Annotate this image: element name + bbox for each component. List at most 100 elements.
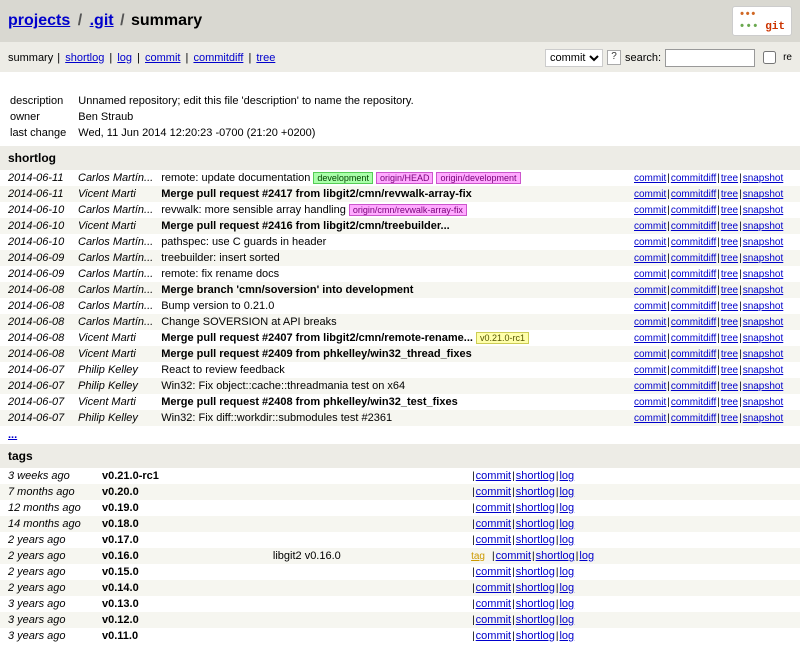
snapshot-link[interactable]: snapshot	[743, 205, 784, 216]
log-link[interactable]: log	[559, 470, 574, 482]
tree-link[interactable]: tree	[721, 397, 738, 408]
commit-link[interactable]: commit	[476, 518, 511, 530]
commit-link[interactable]: commit	[634, 237, 666, 248]
commitdiff-link[interactable]: commitdiff	[671, 301, 716, 312]
regex-checkbox[interactable]	[763, 51, 776, 64]
commit-subject-link[interactable]: Change SOVERSION at API breaks	[161, 316, 336, 328]
snapshot-link[interactable]: snapshot	[743, 189, 784, 200]
log-link[interactable]: log	[579, 550, 594, 562]
commit-subject-link[interactable]: Merge pull request #2408 from phkelley/w…	[161, 396, 458, 408]
log-link[interactable]: log	[559, 518, 574, 530]
snapshot-link[interactable]: snapshot	[743, 269, 784, 280]
log-link[interactable]: log	[559, 534, 574, 546]
tag-name-link[interactable]: v0.20.0	[102, 486, 139, 498]
shortlog-link[interactable]: shortlog	[516, 518, 555, 530]
commit-subject-link[interactable]: remote: update documentation	[161, 172, 310, 184]
search-help-button[interactable]: ?	[607, 50, 621, 65]
tag-name-link[interactable]: v0.21.0-rc1	[102, 470, 159, 482]
tree-link[interactable]: tree	[721, 205, 738, 216]
snapshot-link[interactable]: snapshot	[743, 301, 784, 312]
snapshot-link[interactable]: snapshot	[743, 317, 784, 328]
commit-link[interactable]: commit	[634, 269, 666, 280]
commit-link[interactable]: commit	[634, 413, 666, 424]
tree-link[interactable]: tree	[721, 285, 738, 296]
ref-badge[interactable]: v0.21.0-rc1	[476, 332, 529, 344]
commitdiff-link[interactable]: commitdiff	[671, 189, 716, 200]
commit-link[interactable]: commit	[476, 502, 511, 514]
shortlog-link[interactable]: shortlog	[516, 630, 555, 642]
tag-name-link[interactable]: v0.11.0	[102, 630, 138, 642]
shortlog-link[interactable]: shortlog	[516, 486, 555, 498]
commitdiff-link[interactable]: commitdiff	[671, 253, 716, 264]
commit-subject-link[interactable]: Bump version to 0.21.0	[161, 300, 274, 312]
commit-author[interactable]: Philip Kelley	[74, 362, 157, 378]
snapshot-link[interactable]: snapshot	[743, 221, 784, 232]
log-link[interactable]: log	[559, 566, 574, 578]
commitdiff-link[interactable]: commitdiff	[671, 397, 716, 408]
tag-name-link[interactable]: v0.12.0	[102, 614, 139, 626]
log-link[interactable]: log	[559, 486, 574, 498]
commit-link[interactable]: commit	[634, 285, 666, 296]
commit-link[interactable]: commit	[634, 205, 666, 216]
commit-link[interactable]: commit	[634, 221, 666, 232]
commit-link[interactable]: commit	[476, 534, 511, 546]
tag-name-link[interactable]: v0.13.0	[102, 598, 139, 610]
tag-name-link[interactable]: v0.17.0	[102, 534, 139, 546]
tree-link[interactable]: tree	[721, 317, 738, 328]
commit-link[interactable]: commit	[634, 333, 666, 344]
snapshot-link[interactable]: snapshot	[743, 381, 784, 392]
commit-link[interactable]: commit	[476, 582, 511, 594]
commit-link[interactable]: commit	[634, 189, 666, 200]
snapshot-link[interactable]: snapshot	[743, 365, 784, 376]
tag-name-link[interactable]: v0.16.0	[102, 550, 139, 562]
commitdiff-link[interactable]: commitdiff	[671, 317, 716, 328]
commit-subject-link[interactable]: Merge branch 'cmn/soversion' into develo…	[161, 284, 413, 296]
snapshot-link[interactable]: snapshot	[743, 173, 784, 184]
commit-subject-link[interactable]: Merge pull request #2409 from phkelley/w…	[161, 348, 472, 360]
commit-link[interactable]: commit	[476, 598, 511, 610]
commit-author[interactable]: Carlos Martín...	[74, 202, 157, 218]
log-link[interactable]: log	[559, 630, 574, 642]
commitdiff-link[interactable]: commitdiff	[671, 269, 716, 280]
commit-author[interactable]: Carlos Martín...	[74, 234, 157, 250]
commit-subject-link[interactable]: Win32: Fix diff::workdir::submodules tes…	[161, 412, 392, 424]
log-link[interactable]: log	[559, 582, 574, 594]
ref-badge[interactable]: origin/development	[436, 172, 520, 184]
tree-link[interactable]: tree	[721, 365, 738, 376]
search-type-select[interactable]: commit	[545, 49, 603, 67]
snapshot-link[interactable]: snapshot	[743, 349, 784, 360]
commit-author[interactable]: Carlos Martín...	[74, 170, 157, 186]
commitdiff-link[interactable]: commitdiff	[671, 349, 716, 360]
git-logo[interactable]: •••••• git	[732, 6, 792, 36]
nav-log[interactable]: log	[117, 52, 132, 64]
tree-link[interactable]: tree	[721, 381, 738, 392]
tree-link[interactable]: tree	[721, 189, 738, 200]
shortlog-link[interactable]: shortlog	[536, 550, 575, 562]
commitdiff-link[interactable]: commitdiff	[671, 237, 716, 248]
commit-link[interactable]: commit	[634, 381, 666, 392]
commit-link[interactable]: commit	[634, 349, 666, 360]
commitdiff-link[interactable]: commitdiff	[671, 285, 716, 296]
tag-link[interactable]: tag	[471, 551, 485, 562]
tree-link[interactable]: tree	[721, 413, 738, 424]
tag-name-link[interactable]: v0.14.0	[102, 582, 139, 594]
snapshot-link[interactable]: snapshot	[743, 333, 784, 344]
shortlog-link[interactable]: shortlog	[516, 598, 555, 610]
commit-link[interactable]: commit	[476, 614, 511, 626]
nav-tree[interactable]: tree	[256, 52, 275, 64]
ref-badge[interactable]: origin/HEAD	[376, 172, 434, 184]
snapshot-link[interactable]: snapshot	[743, 397, 784, 408]
tree-link[interactable]: tree	[721, 333, 738, 344]
commit-author[interactable]: Carlos Martín...	[74, 266, 157, 282]
shortlog-link[interactable]: shortlog	[516, 614, 555, 626]
tree-link[interactable]: tree	[721, 237, 738, 248]
commitdiff-link[interactable]: commitdiff	[671, 365, 716, 376]
commit-link[interactable]: commit	[476, 470, 511, 482]
projects-link[interactable]: projects	[8, 12, 70, 29]
commit-author[interactable]: Carlos Martín...	[74, 282, 157, 298]
tag-name-link[interactable]: v0.18.0	[102, 518, 139, 530]
tree-link[interactable]: tree	[721, 349, 738, 360]
commit-author[interactable]: Vicent Marti	[74, 330, 157, 346]
commitdiff-link[interactable]: commitdiff	[671, 173, 716, 184]
nav-shortlog[interactable]: shortlog	[65, 52, 104, 64]
